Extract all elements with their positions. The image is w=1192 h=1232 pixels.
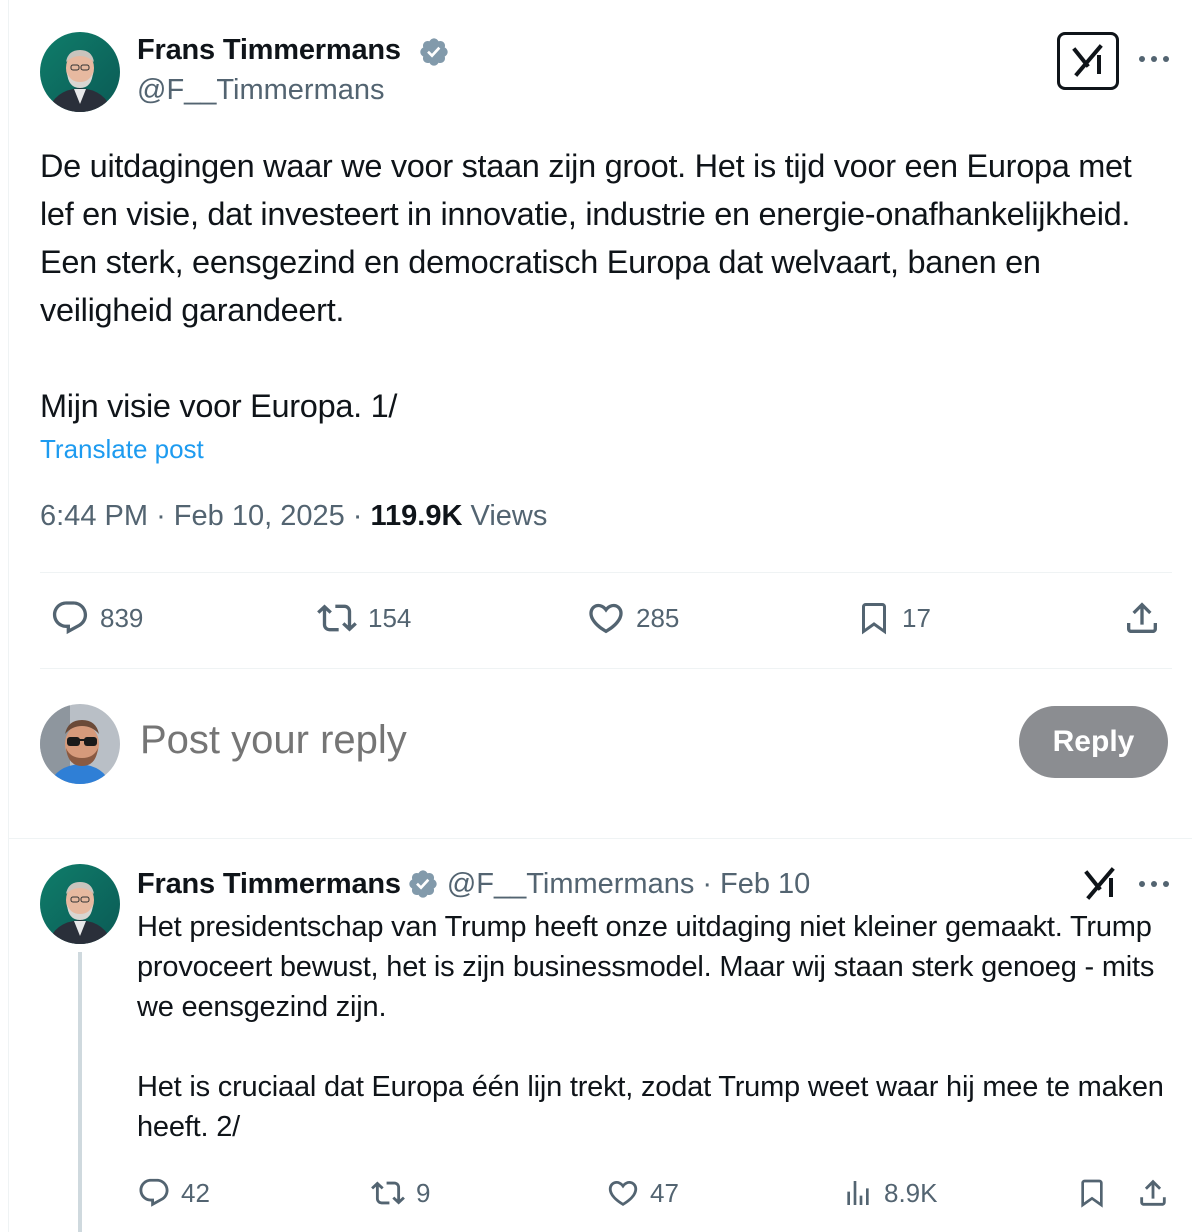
repost-action[interactable]: 9	[370, 1176, 430, 1210]
grok-button[interactable]	[1057, 32, 1119, 90]
main-post: Frans Timmermans @F__Timmermans De uitda…	[0, 0, 1192, 680]
more-options-button[interactable]	[1134, 44, 1174, 74]
bookmark-action[interactable]: 17	[856, 598, 931, 638]
reply-input[interactable]	[140, 718, 940, 763]
like-action[interactable]: 47	[606, 1176, 679, 1210]
divider	[40, 668, 1172, 669]
author-handle[interactable]: @F__Timmermans	[137, 74, 385, 107]
thread-post-header: Frans Timmermans @F__Timmermans · Feb 10	[137, 866, 810, 902]
views-count: 8.9K	[884, 1177, 938, 1208]
share-action[interactable]	[1136, 1176, 1170, 1210]
post-date[interactable]: Feb 10	[720, 868, 810, 901]
author-name[interactable]: Frans Timmermans	[137, 34, 401, 67]
reply-icon	[139, 1178, 169, 1207]
like-count: 47	[650, 1177, 679, 1208]
translate-post-link[interactable]: Translate post	[40, 434, 204, 465]
reply-count: 839	[100, 602, 144, 633]
more-icon[interactable]	[1136, 872, 1172, 896]
meta-separator: ·	[156, 500, 166, 532]
post-text: De uitdagingen waar we voor staan zijn g…	[40, 148, 1132, 424]
thread-connector-line	[78, 952, 82, 1232]
like-action[interactable]: 285	[586, 598, 679, 638]
like-icon	[608, 1180, 638, 1206]
grok-icon	[1072, 44, 1103, 77]
bookmark-action[interactable]	[1076, 1176, 1108, 1210]
like-count: 285	[636, 602, 680, 633]
reply-action[interactable]: 839	[50, 598, 143, 638]
post-time[interactable]: 6:44 PM	[40, 500, 148, 532]
author-handle[interactable]: @F__Timmermans	[447, 868, 695, 901]
share-action[interactable]	[1122, 598, 1162, 638]
views-label: Views	[470, 500, 548, 532]
author-name[interactable]: Frans Timmermans	[137, 868, 401, 901]
bookmark-icon	[862, 603, 886, 635]
bookmark-count: 17	[902, 602, 931, 633]
like-icon	[589, 603, 623, 634]
post-metadata: 6:44 PM · Feb 10, 2025 · 119.9K Views	[40, 500, 547, 533]
repost-action[interactable]: 154	[316, 598, 411, 638]
repost-count: 154	[368, 602, 412, 633]
reply-count: 42	[181, 1177, 210, 1208]
views-action[interactable]: 8.9K	[842, 1176, 938, 1210]
share-icon	[1140, 1179, 1166, 1206]
share-icon	[1127, 602, 1157, 633]
more-icon	[1139, 56, 1169, 62]
post-date[interactable]: Feb 10, 2025	[174, 500, 345, 532]
verified-badge-icon[interactable]	[418, 36, 450, 68]
author-avatar[interactable]	[40, 32, 120, 112]
meta-separator: ·	[352, 500, 363, 532]
views-count[interactable]: 119.9K	[371, 500, 463, 532]
post-text: Het presidentschap van Trump heeft onze …	[137, 911, 1164, 1143]
reply-icon	[52, 601, 88, 635]
reply-button[interactable]: Reply	[1019, 706, 1168, 778]
repost-count: 9	[416, 1177, 431, 1208]
repost-icon	[371, 1181, 405, 1205]
views-icon	[847, 1181, 869, 1205]
meta-separator: ·	[702, 867, 713, 900]
author-avatar[interactable]	[40, 864, 120, 944]
section-divider	[8, 838, 1192, 839]
verified-badge-icon[interactable]	[407, 868, 439, 900]
current-user-avatar[interactable]	[40, 704, 120, 784]
bookmark-icon	[1081, 1179, 1103, 1208]
grok-icon[interactable]	[1082, 866, 1118, 902]
divider	[40, 572, 1172, 573]
repost-icon	[317, 604, 357, 632]
reply-action[interactable]: 42	[137, 1176, 210, 1210]
